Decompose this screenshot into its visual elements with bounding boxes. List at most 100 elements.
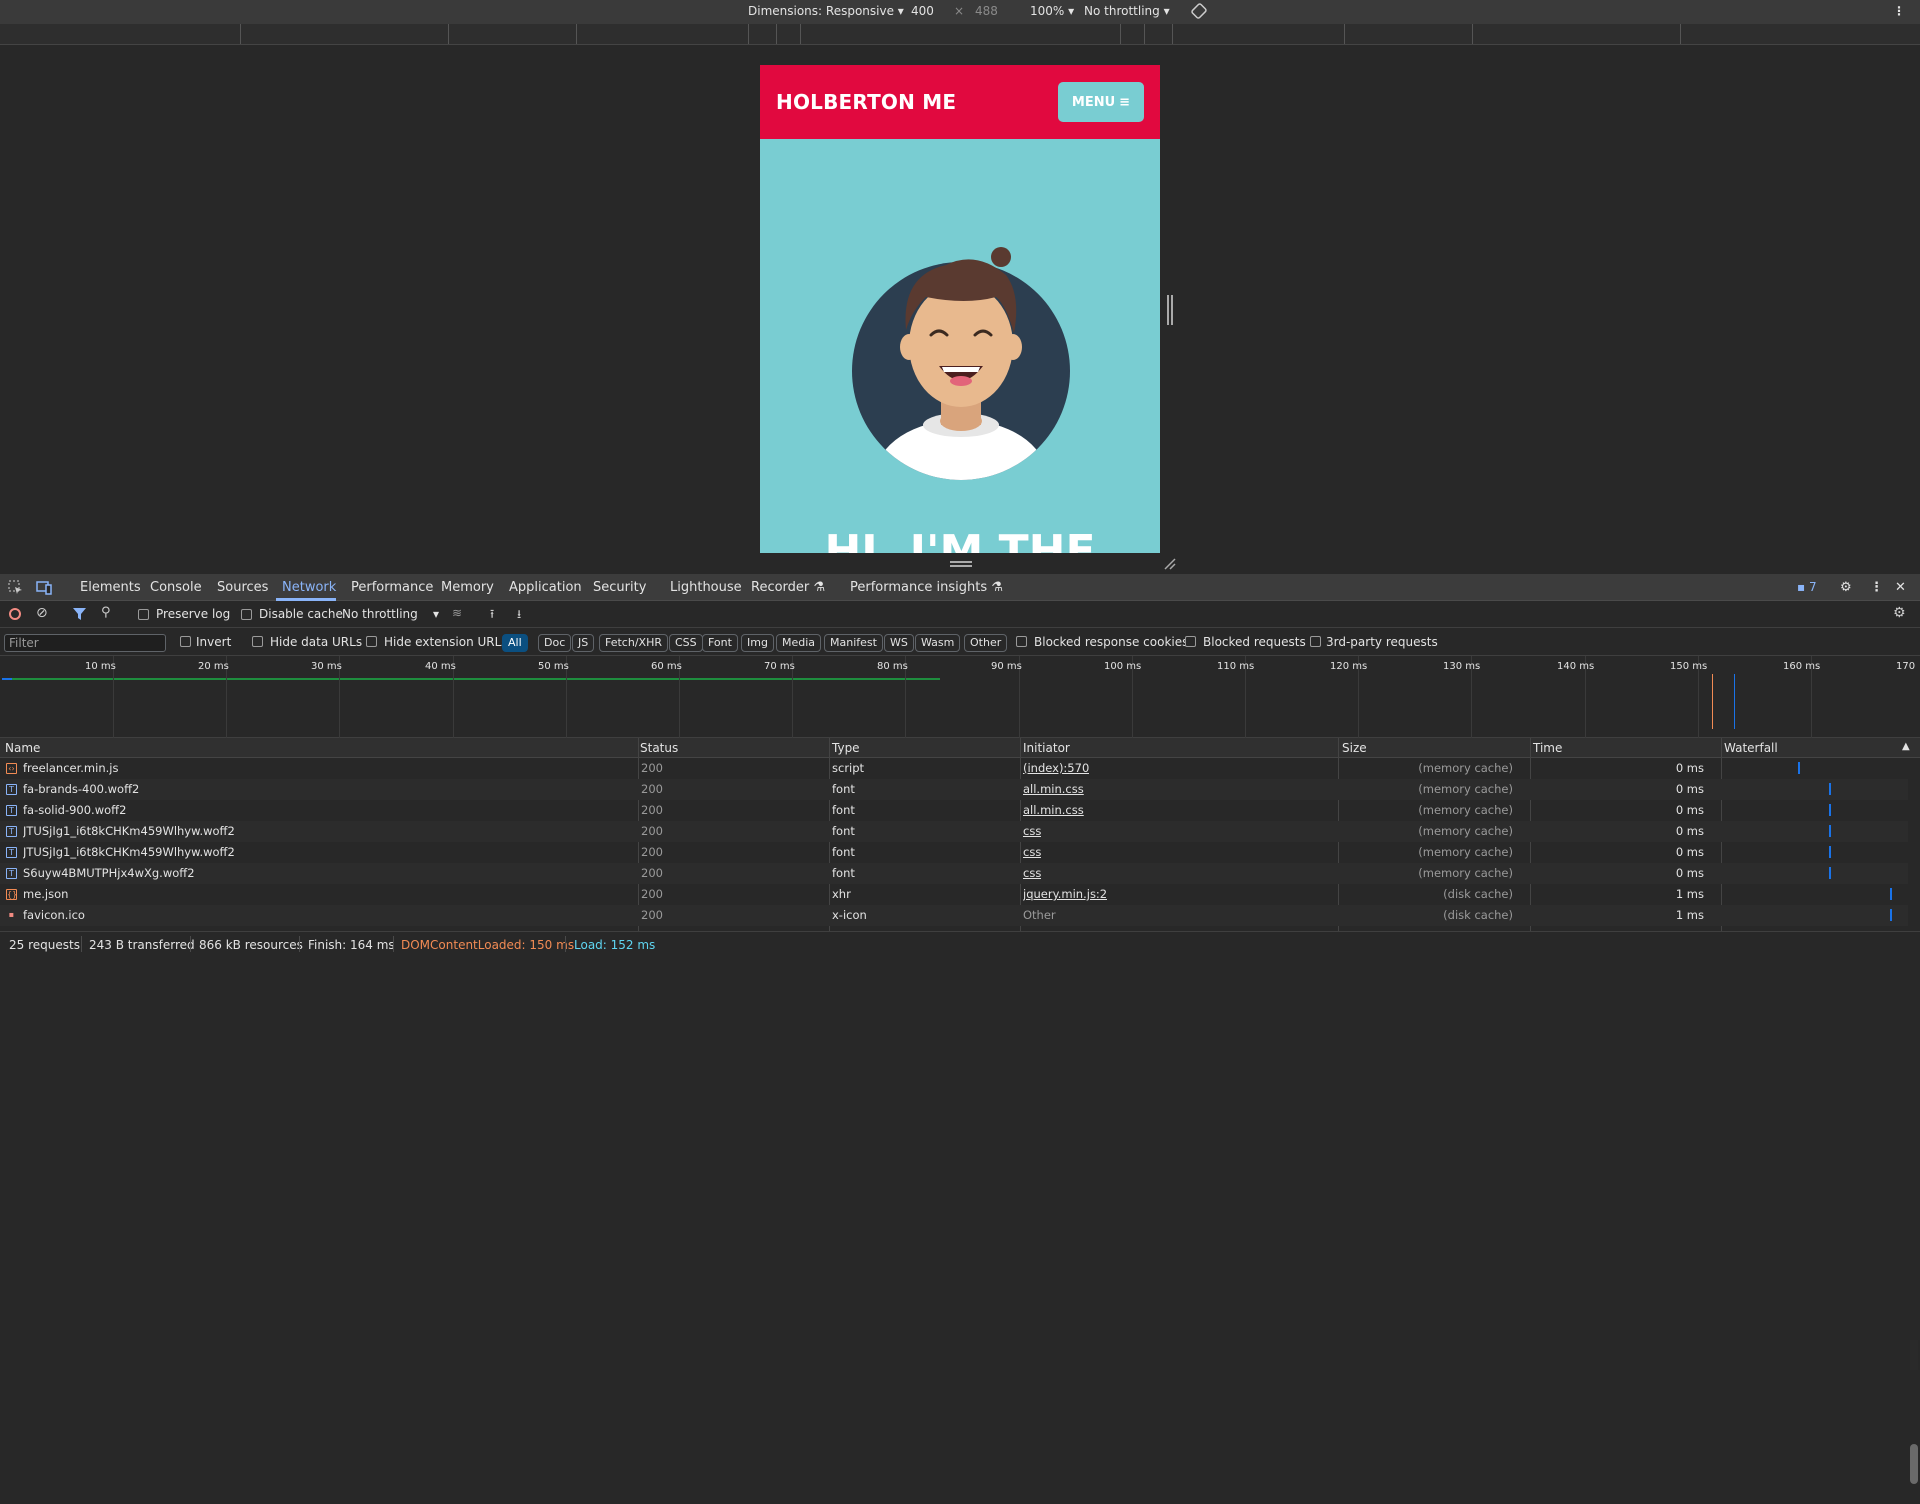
table-row[interactable]: Tfa-solid-900.woff2 200 font all.min.css (me… — [0, 800, 1908, 821]
network-conditions-icon[interactable]: ≋ — [452, 606, 462, 620]
network-settings-gear-icon[interactable]: ⚙ — [1893, 605, 1906, 621]
close-icon[interactable]: ✕ — [1895, 580, 1906, 595]
sort-up-icon[interactable]: ▲ — [1902, 741, 1910, 752]
filter-input[interactable]: Filter — [4, 634, 166, 652]
column-header-initiator[interactable]: Initiator — [1023, 741, 1070, 755]
request-initiator[interactable]: css — [1023, 824, 1041, 838]
type-filter-other[interactable]: Other — [964, 634, 1008, 652]
table-row[interactable]: {} me.json 200 xhr jquery.min.js:2 (disk cach… — [0, 884, 1908, 905]
export-har-icon[interactable]: ⭳ — [517, 605, 521, 626]
height-input[interactable]: 488 — [975, 4, 998, 18]
request-name[interactable]: JTUSjIg1_i6t8kCHKm459Wlhyw.woff2 — [23, 845, 633, 859]
network-overview-timeline[interactable]: 10 ms 20 ms 30 ms 40 ms 50 ms 60 ms 70 ms 80 ms… — [0, 656, 1920, 738]
zoom-select[interactable]: 100% ▾ — [1030, 4, 1074, 18]
record-stop-icon[interactable] — [9, 608, 21, 620]
request-name[interactable]: fa-solid-900.woff2 — [23, 803, 633, 817]
invert-checkbox[interactable] — [180, 636, 191, 647]
inspect-element-icon[interactable] — [8, 580, 23, 595]
scrollbar-thumb[interactable] — [1910, 1444, 1918, 1484]
clear-icon[interactable]: ⊘ — [36, 605, 48, 621]
tab-performance[interactable]: Performance — [351, 580, 433, 595]
type-filter-img[interactable]: Img — [741, 634, 774, 652]
type-filter-ws[interactable]: WS — [884, 634, 914, 652]
request-initiator[interactable]: (index):570 — [1023, 761, 1089, 775]
type-filter-css[interactable]: CSS — [669, 634, 703, 652]
disable-cache-checkbox[interactable] — [241, 609, 252, 620]
rotate-icon[interactable] — [1190, 2, 1208, 23]
filter-icon[interactable] — [73, 608, 86, 621]
type-filter-wasm[interactable]: Wasm — [915, 634, 961, 652]
request-initiator[interactable]: jquery.min.js:2 — [1023, 887, 1107, 901]
import-har-icon[interactable]: ⭱ — [490, 605, 494, 626]
hide-data-urls-checkbox[interactable] — [252, 636, 263, 647]
tab-network[interactable]: Network — [282, 580, 336, 595]
tab-memory[interactable]: Memory — [441, 580, 494, 595]
tab-lighthouse[interactable]: Lighthouse — [670, 580, 742, 595]
dimensions-select[interactable]: Dimensions: Responsive ▾ — [748, 4, 904, 18]
request-name[interactable]: freelancer.min.js — [23, 761, 633, 775]
request-initiator[interactable]: all.min.css — [1023, 803, 1084, 817]
network-filter-bar: Filter Invert Hide data URLs Hide extens… — [0, 628, 1920, 656]
tab-performance-insights[interactable]: Performance insights ⚗ — [850, 580, 1003, 595]
type-filter-font[interactable]: Font — [702, 634, 738, 652]
table-row[interactable]: T S6uyw4BMUTPHjx4wXg.woff2 200 font css (memo… — [0, 863, 1908, 884]
column-header-waterfall[interactable]: Waterfall — [1724, 741, 1778, 755]
tab-sources[interactable]: Sources — [217, 580, 268, 595]
width-input[interactable]: 400 — [911, 4, 934, 18]
table-scrollbar[interactable] — [1908, 1340, 1920, 1504]
column-header-status[interactable]: Status — [640, 741, 678, 755]
tab-application[interactable]: Application — [509, 580, 582, 595]
tab-elements[interactable]: Elements — [80, 580, 141, 595]
search-icon[interactable]: ⚲ — [101, 605, 111, 620]
column-header-name[interactable]: Name — [5, 741, 40, 755]
blocked-response-cookies-checkbox[interactable] — [1016, 636, 1027, 647]
type-filter-manifest[interactable]: Manifest — [824, 634, 883, 652]
request-time: 0 ms — [1675, 824, 1704, 838]
tab-console[interactable]: Console — [150, 580, 202, 595]
table-row[interactable]: Tfa-brands-400.woff2 200 font all.min.css (m… — [0, 779, 1908, 800]
type-filter-js[interactable]: JS — [572, 634, 595, 652]
type-filter-fetch-xhr[interactable]: Fetch/XHR — [599, 634, 668, 652]
viewport-resize-handle-bottom[interactable] — [950, 561, 972, 567]
request-status: 200 — [641, 803, 663, 817]
request-name[interactable]: fa-brands-400.woff2 — [23, 782, 633, 796]
table-row[interactable]: T JTUSjIg1_i6t8kCHKm459Wlhyw.woff2 200 font… — [0, 821, 1908, 842]
timeline-tick-label: 10 ms — [85, 661, 116, 672]
ruler-tick — [1472, 24, 1473, 44]
hide-extension-urls-checkbox[interactable] — [366, 636, 377, 647]
settings-gear-icon[interactable]: ⚙ — [1840, 580, 1852, 595]
viewport-resize-handle-right[interactable] — [1167, 295, 1173, 325]
throttling-select[interactable]: No throttling ▾ — [1084, 4, 1170, 18]
type-filter-media[interactable]: Media — [776, 634, 822, 652]
request-name[interactable]: me.json — [23, 887, 633, 901]
column-header-type[interactable]: Type — [832, 741, 860, 755]
network-throttling-select[interactable]: No throttling ▾ — [342, 607, 439, 621]
request-name[interactable]: favicon.ico — [23, 908, 633, 922]
request-initiator[interactable]: all.min.css — [1023, 782, 1084, 796]
tab-security[interactable]: Security — [593, 580, 646, 595]
resize-corner-icon[interactable] — [1163, 557, 1177, 571]
column-header-time[interactable]: Time — [1533, 741, 1562, 755]
emulated-viewport[interactable]: HOLBERTON ME MENU ≡ HI, I'M THE — [760, 65, 1160, 553]
menu-button[interactable]: MENU ≡ — [1058, 82, 1144, 122]
request-time: 0 ms — [1675, 845, 1704, 859]
more-options-icon[interactable]: ⋮ — [1870, 580, 1883, 595]
tab-recorder[interactable]: Recorder ⚗ — [751, 580, 825, 595]
table-row[interactable]: ▪ favicon.ico 200 x-icon Other (disk cache) 1 … — [0, 905, 1908, 926]
request-initiator[interactable]: css — [1023, 845, 1041, 859]
third-party-requests-checkbox[interactable] — [1310, 636, 1321, 647]
type-filter-all[interactable]: All — [502, 634, 528, 652]
site-brand[interactable]: HOLBERTON ME — [776, 90, 956, 114]
table-row[interactable]: ‹› freelancer.min.js 200 script (index):570 (… — [0, 758, 1908, 779]
column-header-size[interactable]: Size — [1342, 741, 1367, 755]
table-row[interactable]: T JTUSjIg1_i6t8kCHKm459Wlhyw.woff2 200 font… — [0, 842, 1908, 863]
device-toggle-icon[interactable] — [36, 580, 52, 595]
request-name[interactable]: S6uyw4BMUTPHjx4wXg.woff2 — [23, 866, 633, 880]
preserve-log-checkbox[interactable] — [138, 609, 149, 620]
request-initiator[interactable]: css — [1023, 866, 1041, 880]
issues-badge[interactable]: ▪ 7 — [1797, 580, 1817, 594]
more-options-icon[interactable]: ⋮ — [1893, 4, 1905, 18]
request-name[interactable]: JTUSjIg1_i6t8kCHKm459Wlhyw.woff2 — [23, 824, 633, 838]
type-filter-doc[interactable]: Doc — [538, 634, 572, 652]
blocked-requests-checkbox[interactable] — [1185, 636, 1196, 647]
